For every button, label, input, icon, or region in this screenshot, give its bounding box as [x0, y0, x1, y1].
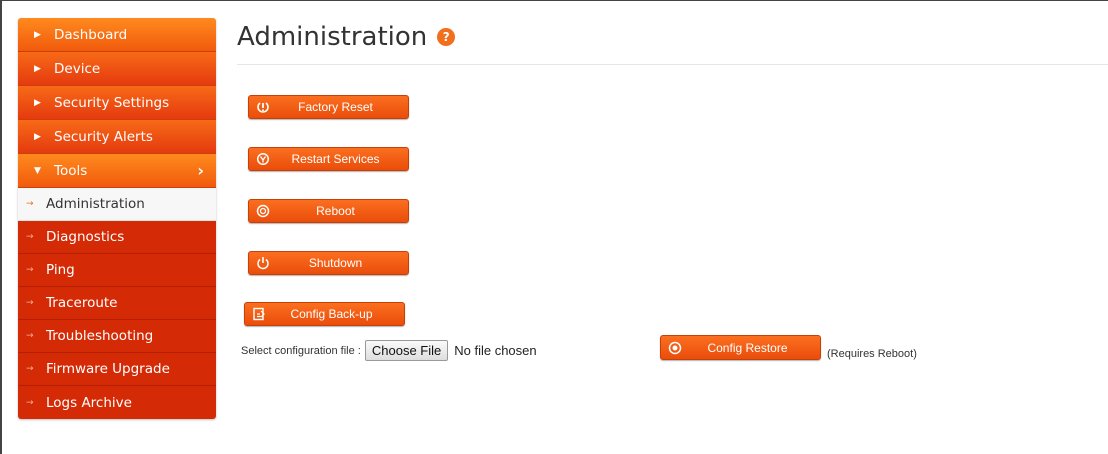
caret-down-icon: ▼	[34, 165, 41, 176]
factory-reset-label: Factory Reset	[298, 100, 373, 114]
arrow-right-icon: →	[26, 232, 34, 242]
sidebar-item-dashboard[interactable]: ▶ Dashboard	[18, 18, 216, 52]
caret-right-icon: ▶	[34, 29, 41, 40]
sidebar-subitem-firmware-upgrade[interactable]: → Firmware Upgrade	[18, 353, 216, 386]
sidebar-item-label: Tools	[54, 162, 88, 179]
sidebar-subitem-label: Diagnostics	[46, 229, 125, 245]
power-icon	[249, 256, 277, 270]
sidebar-subitem-label: Firmware Upgrade	[46, 361, 170, 377]
file-status-text: No file chosen	[454, 343, 537, 358]
sidebar-subitem-troubleshooting[interactable]: → Troubleshooting	[18, 320, 216, 353]
config-restore-button[interactable]: Config Restore	[660, 335, 821, 360]
page-title-text: Administration	[237, 22, 428, 52]
sidebar-item-device[interactable]: ▶ Device	[18, 52, 216, 86]
caret-right-icon: ▶	[34, 131, 41, 142]
choose-file-button[interactable]: Choose File	[364, 340, 449, 361]
sidebar-subitem-ping[interactable]: → Ping	[18, 254, 216, 287]
sidebar-item-label: Security Alerts	[54, 128, 153, 145]
reboot-button[interactable]: Reboot	[248, 199, 409, 223]
window-border-left	[0, 0, 2, 454]
shutdown-label: Shutdown	[308, 256, 363, 270]
arrow-right-icon: →	[26, 199, 34, 209]
sidebar-item-tools[interactable]: ▼ Tools ›	[18, 154, 216, 188]
arrow-right-icon: →	[26, 265, 34, 275]
sidebar-subitem-administration[interactable]: → Administration	[18, 188, 216, 221]
config-file-label: Select configuration file :	[241, 344, 361, 357]
factory-reset-button[interactable]: Factory Reset	[248, 95, 409, 119]
sidebar-subitem-traceroute[interactable]: → Traceroute	[18, 287, 216, 320]
caret-right-icon: ▶	[34, 97, 41, 108]
sidebar-subitem-diagnostics[interactable]: → Diagnostics	[18, 221, 216, 254]
sidebar-subitem-logs-archive[interactable]: → Logs Archive	[18, 386, 216, 419]
reboot-icon	[249, 204, 277, 218]
config-file-selector: Select configuration file : Choose File …	[241, 340, 537, 361]
restart-services-button[interactable]: Restart Services	[248, 147, 409, 171]
restart-services-label: Restart Services	[291, 152, 380, 166]
shutdown-button[interactable]: Shutdown	[248, 251, 409, 275]
page-title: Administration ?	[237, 22, 456, 52]
document-backup-icon	[245, 307, 273, 321]
reboot-label: Reboot	[316, 204, 355, 218]
arrow-right-icon: →	[26, 331, 34, 341]
sidebar-subitem-label: Troubleshooting	[46, 328, 154, 344]
sidebar-subitem-label: Ping	[46, 262, 75, 278]
sidebar-item-security-alerts[interactable]: ▶ Security Alerts	[18, 120, 216, 154]
sidebar-subitem-label: Logs Archive	[46, 394, 132, 411]
sidebar-subitem-label: Administration	[46, 196, 145, 212]
chevron-right-icon: ›	[197, 161, 204, 180]
sidebar-item-label: Security Settings	[54, 94, 170, 111]
config-restore-icon	[661, 341, 689, 355]
sidebar: ▶ Dashboard ▶ Device ▶ Security Settings…	[18, 18, 216, 419]
title-divider	[237, 64, 1108, 65]
restart-services-icon	[249, 152, 277, 166]
arrow-right-icon: →	[26, 397, 34, 408]
arrow-right-icon: →	[26, 364, 34, 374]
config-backup-label: Config Back-up	[290, 307, 373, 321]
factory-reset-icon	[249, 100, 277, 114]
sidebar-subitem-label: Traceroute	[46, 295, 118, 311]
restore-note: (Requires Reboot)	[827, 348, 917, 360]
sidebar-item-security-settings[interactable]: ▶ Security Settings	[18, 86, 216, 120]
window-border-top	[0, 0, 1108, 1]
sidebar-item-label: Device	[54, 60, 101, 77]
help-icon[interactable]: ?	[437, 28, 456, 46]
config-restore-label: Config Restore	[707, 340, 788, 355]
sidebar-item-label: Dashboard	[54, 26, 128, 43]
caret-right-icon: ▶	[34, 63, 41, 74]
config-backup-button[interactable]: Config Back-up	[244, 302, 405, 326]
arrow-right-icon: →	[26, 298, 34, 308]
